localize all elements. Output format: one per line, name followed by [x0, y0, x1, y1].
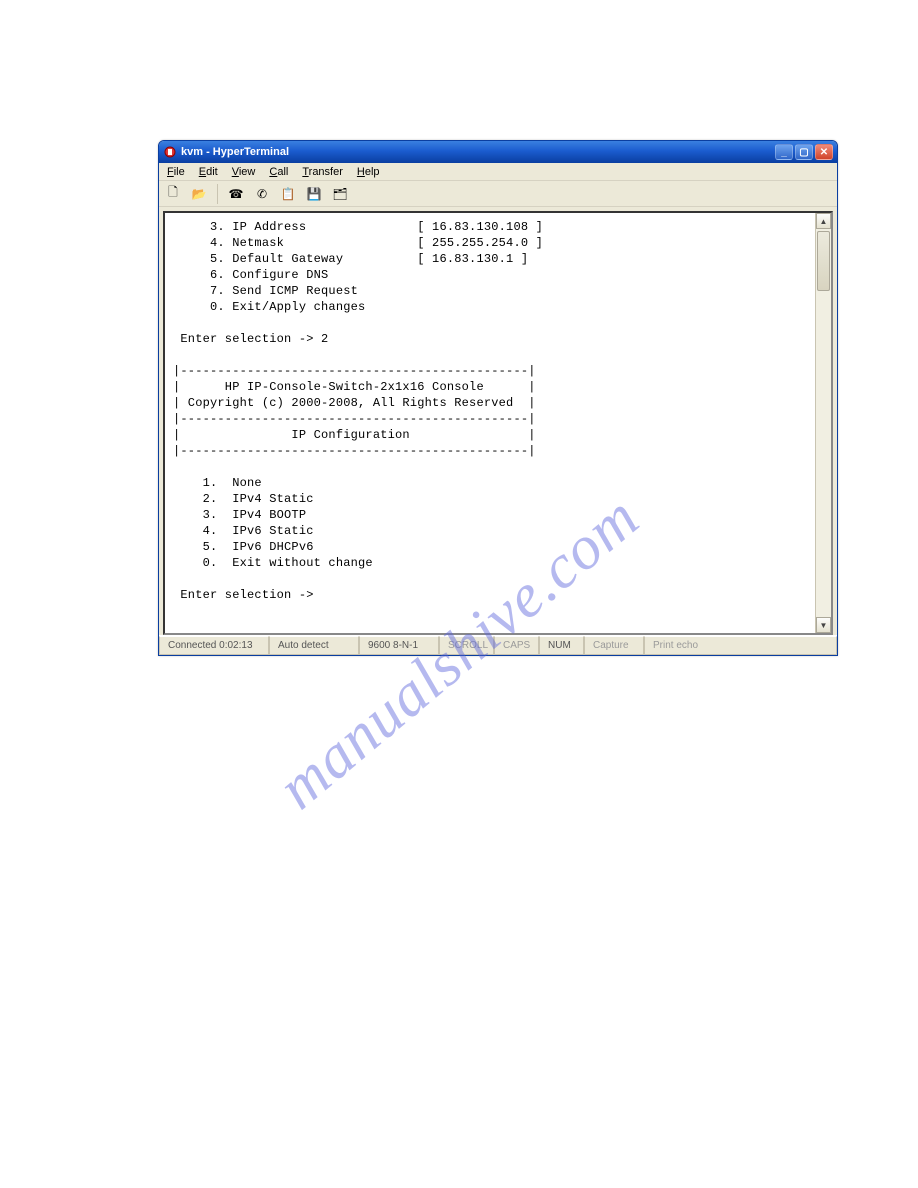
status-printecho: Print echo	[644, 636, 837, 655]
menubar: File Edit View Call Transfer Help	[159, 163, 837, 181]
scroll-up-icon[interactable]: ▲	[816, 213, 831, 229]
send-icon[interactable]: 📋	[278, 184, 298, 204]
statusbar: Connected 0:02:13 Auto detect 9600 8-N-1…	[159, 635, 837, 655]
receive-icon[interactable]: 💾	[304, 184, 324, 204]
status-caps: CAPS	[494, 636, 539, 655]
scroll-down-icon[interactable]: ▼	[816, 617, 831, 633]
status-num: NUM	[539, 636, 584, 655]
status-settings: 9600 8-N-1	[359, 636, 439, 655]
scroll-thumb[interactable]	[817, 231, 830, 291]
properties-icon[interactable]: 🗂	[330, 184, 350, 204]
hyperterminal-window: kvm - HyperTerminal _ ▢ ✕ File Edit View…	[158, 140, 838, 656]
window-title: kvm - HyperTerminal	[181, 146, 775, 158]
vertical-scrollbar[interactable]: ▲ ▼	[815, 213, 831, 633]
maximize-button[interactable]: ▢	[795, 144, 813, 160]
minimize-button[interactable]: _	[775, 144, 793, 160]
scroll-track[interactable]	[816, 229, 831, 617]
client-area: 3. IP Address [ 16.83.130.108 ] 4. Netma…	[159, 207, 837, 635]
status-autodetect: Auto detect	[269, 636, 359, 655]
connect-icon[interactable]: ☎	[226, 184, 246, 204]
menu-call[interactable]: Call	[263, 165, 294, 179]
terminal-output[interactable]: 3. IP Address [ 16.83.130.108 ] 4. Netma…	[165, 213, 815, 633]
new-file-icon[interactable]: 🗋	[163, 184, 183, 204]
menu-edit[interactable]: Edit	[193, 165, 224, 179]
app-icon	[163, 145, 177, 159]
status-connected: Connected 0:02:13	[159, 636, 269, 655]
toolbar-separator	[217, 184, 218, 204]
disconnect-icon[interactable]: ✆	[252, 184, 272, 204]
status-capture: Capture	[584, 636, 644, 655]
terminal-frame: 3. IP Address [ 16.83.130.108 ] 4. Netma…	[163, 211, 833, 635]
menu-help[interactable]: Help	[351, 165, 386, 179]
status-scroll: SCROLL	[439, 636, 494, 655]
toolbar: 🗋 📂 ☎ ✆ 📋 💾 🗂	[159, 181, 837, 207]
open-file-icon[interactable]: 📂	[189, 184, 209, 204]
close-button[interactable]: ✕	[815, 144, 833, 160]
titlebar[interactable]: kvm - HyperTerminal _ ▢ ✕	[159, 141, 837, 163]
menu-transfer[interactable]: Transfer	[296, 165, 349, 179]
menu-view[interactable]: View	[226, 165, 262, 179]
menu-file[interactable]: File	[161, 165, 191, 179]
